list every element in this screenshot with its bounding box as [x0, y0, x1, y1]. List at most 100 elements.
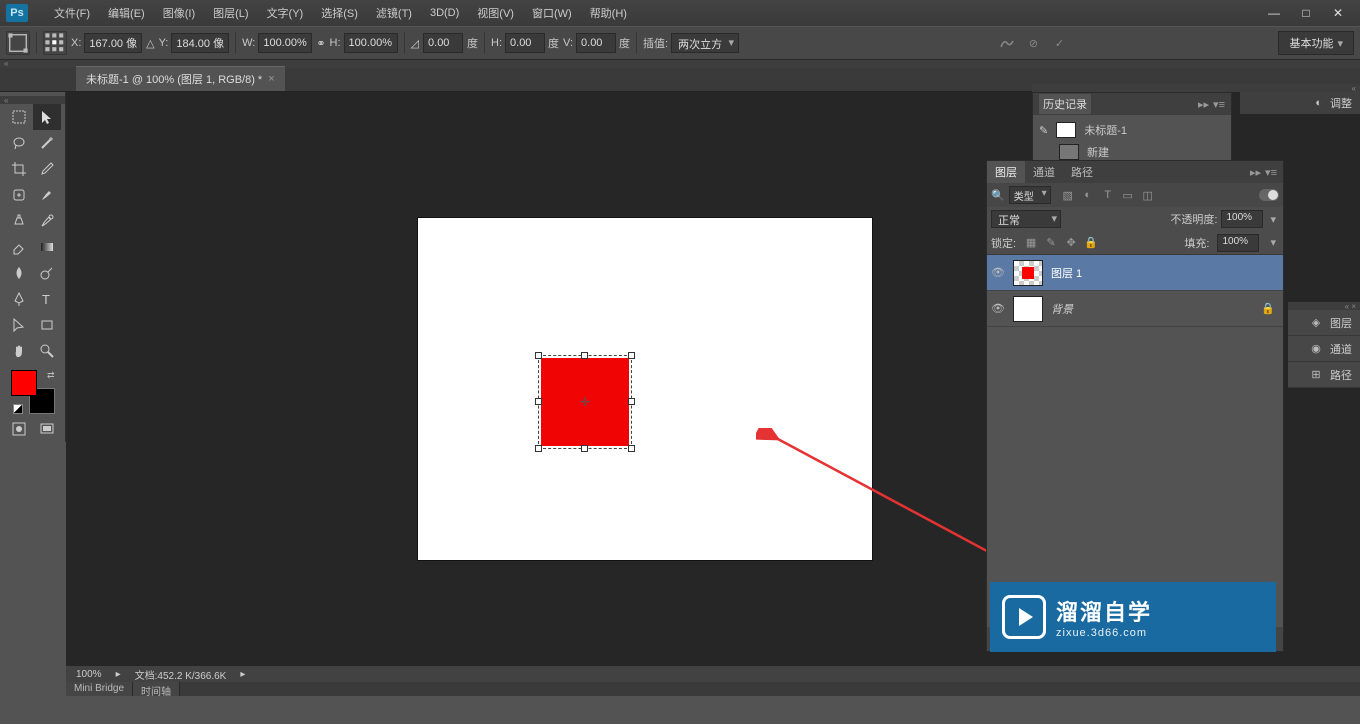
handle-bottom[interactable]	[581, 445, 588, 452]
layers-tab[interactable]: 图层	[987, 161, 1025, 183]
menu-view[interactable]: 视图(V)	[469, 2, 522, 24]
handle-right[interactable]	[628, 398, 635, 405]
lasso-tool[interactable]	[5, 130, 33, 156]
handle-left[interactable]	[535, 398, 542, 405]
handle-top-right[interactable]	[628, 352, 635, 359]
lock-transparent-icon[interactable]: ▦	[1024, 236, 1038, 249]
history-snapshot[interactable]: ✎ 未标题-1	[1037, 119, 1227, 141]
layer-name[interactable]: 图层 1	[1051, 265, 1279, 281]
filter-adjust-icon[interactable]: ◐	[1081, 188, 1095, 202]
h-input[interactable]: 100.00%	[344, 33, 398, 53]
menu-window[interactable]: 窗口(W)	[524, 2, 580, 24]
swap-colors-icon[interactable]: ⇄	[47, 370, 55, 381]
warp-mode-icon[interactable]	[996, 32, 1018, 54]
adjust-panel-collapsed[interactable]: ◐ 调整	[1240, 92, 1360, 114]
filter-type-icon[interactable]: T	[1101, 188, 1115, 202]
cancel-transform-icon[interactable]: ⊘	[1022, 32, 1044, 54]
visibility-icon[interactable]: 👁	[991, 302, 1005, 315]
handle-top[interactable]	[581, 352, 588, 359]
close-button[interactable]: ✕	[1322, 3, 1354, 23]
document-tab[interactable]: 未标题-1 @ 100% (图层 1, RGB/8) * ×	[76, 66, 285, 91]
menu-layer[interactable]: 图层(L)	[205, 2, 256, 24]
crop-tool[interactable]	[5, 156, 33, 182]
path-selection-tool[interactable]	[5, 312, 33, 338]
visibility-icon[interactable]: 👁	[991, 266, 1005, 279]
x-input[interactable]: 167.00 像	[84, 33, 142, 53]
timeline-tab[interactable]: 时间轴	[133, 682, 180, 696]
panel-collapse-icon[interactable]: ▸▸	[1198, 98, 1209, 111]
magic-wand-tool[interactable]	[33, 130, 61, 156]
lock-pixels-icon[interactable]: ✎	[1044, 236, 1058, 249]
layer-row[interactable]: 👁 图层 1	[987, 255, 1283, 291]
layer-row[interactable]: 👁 背景 🔒	[987, 291, 1283, 327]
menu-filter[interactable]: 滤镜(T)	[368, 2, 420, 24]
filter-smart-icon[interactable]: ◫	[1141, 188, 1155, 202]
document-tab-close-icon[interactable]: ×	[268, 73, 274, 85]
transform-center-icon[interactable]: ✛	[579, 396, 591, 408]
vskew-input[interactable]: 0.00	[576, 33, 616, 53]
opacity-dropdown-icon[interactable]: ▾	[1267, 213, 1279, 226]
menu-help[interactable]: 帮助(H)	[582, 2, 635, 24]
layer-name[interactable]: 背景	[1051, 301, 1253, 317]
zoom-tool[interactable]	[33, 338, 61, 364]
fill-input[interactable]: 100%	[1217, 234, 1259, 252]
marquee-tool[interactable]	[5, 104, 33, 130]
pen-tool[interactable]	[5, 286, 33, 312]
w-input[interactable]: 100.00%	[258, 33, 312, 53]
screen-mode-tool[interactable]	[33, 416, 61, 442]
layer-filter-select[interactable]: 类型	[1009, 186, 1051, 204]
brush-tool[interactable]	[33, 182, 61, 208]
panel-menu-icon[interactable]: ▾≡	[1265, 166, 1277, 179]
doc-info[interactable]: 文档:452.2 K/366.6K	[135, 667, 227, 682]
angle-input[interactable]: 0.00	[423, 33, 463, 53]
blur-tool[interactable]	[5, 260, 33, 286]
layer-thumbnail[interactable]	[1013, 260, 1043, 286]
mini-bridge-tab[interactable]: Mini Bridge	[66, 682, 133, 696]
panel-collapse-icon[interactable]: ▸▸	[1250, 166, 1261, 179]
handle-top-left[interactable]	[535, 352, 542, 359]
panel-menu-icon[interactable]: ▾≡	[1213, 98, 1225, 111]
toolbox-collapse[interactable]: «	[0, 96, 65, 104]
minimize-button[interactable]: —	[1258, 3, 1290, 23]
side-layers[interactable]: ◈图层	[1288, 310, 1360, 336]
opacity-input[interactable]: 100%	[1221, 210, 1263, 228]
dodge-tool[interactable]	[33, 260, 61, 286]
menu-select[interactable]: 选择(S)	[313, 2, 366, 24]
type-tool[interactable]: T	[33, 286, 61, 312]
filter-shape-icon[interactable]: ▭	[1121, 188, 1135, 202]
side-channels[interactable]: ◉通道	[1288, 336, 1360, 362]
menu-edit[interactable]: 编辑(E)	[100, 2, 153, 24]
hskew-input[interactable]: 0.00	[505, 33, 545, 53]
sidebar-collapse[interactable]: « ×	[1288, 302, 1360, 310]
lock-all-icon[interactable]: 🔒	[1084, 236, 1098, 249]
move-tool[interactable]	[33, 104, 61, 130]
side-paths[interactable]: ⊞路径	[1288, 362, 1360, 388]
workspace-switcher[interactable]: 基本功能▾	[1278, 31, 1354, 55]
document-canvas[interactable]: ✛	[418, 218, 872, 560]
paths-tab[interactable]: 路径	[1063, 161, 1101, 183]
transform-bounding-box[interactable]: ✛	[538, 355, 632, 449]
quick-mask-tool[interactable]	[5, 416, 33, 442]
menu-image[interactable]: 图像(I)	[155, 2, 203, 24]
foreground-color[interactable]	[11, 370, 37, 396]
eraser-tool[interactable]	[5, 234, 33, 260]
menu-type[interactable]: 文字(Y)	[259, 2, 312, 24]
gradient-tool[interactable]	[33, 234, 61, 260]
y-input[interactable]: 184.00 像	[171, 33, 229, 53]
panel-collapse[interactable]: «	[1032, 84, 1360, 92]
doc-info-dropdown-icon[interactable]: ▸	[240, 669, 245, 680]
handle-bottom-right[interactable]	[628, 445, 635, 452]
clone-stamp-tool[interactable]	[5, 208, 33, 234]
link-wh-icon[interactable]: ⚭	[316, 37, 325, 50]
menu-3d[interactable]: 3D(D)	[422, 4, 467, 22]
transform-tool-icon[interactable]	[6, 31, 30, 55]
default-colors-icon[interactable]	[13, 404, 23, 414]
maximize-button[interactable]: □	[1290, 3, 1322, 23]
fill-dropdown-icon[interactable]: ▾	[1267, 236, 1279, 249]
interp-select[interactable]: 两次立方	[671, 33, 739, 53]
hand-tool[interactable]	[5, 338, 33, 364]
history-brush-tool[interactable]	[33, 208, 61, 234]
rectangle-tool[interactable]	[33, 312, 61, 338]
blend-mode-select[interactable]: 正常	[991, 210, 1061, 228]
eyedropper-tool[interactable]	[33, 156, 61, 182]
